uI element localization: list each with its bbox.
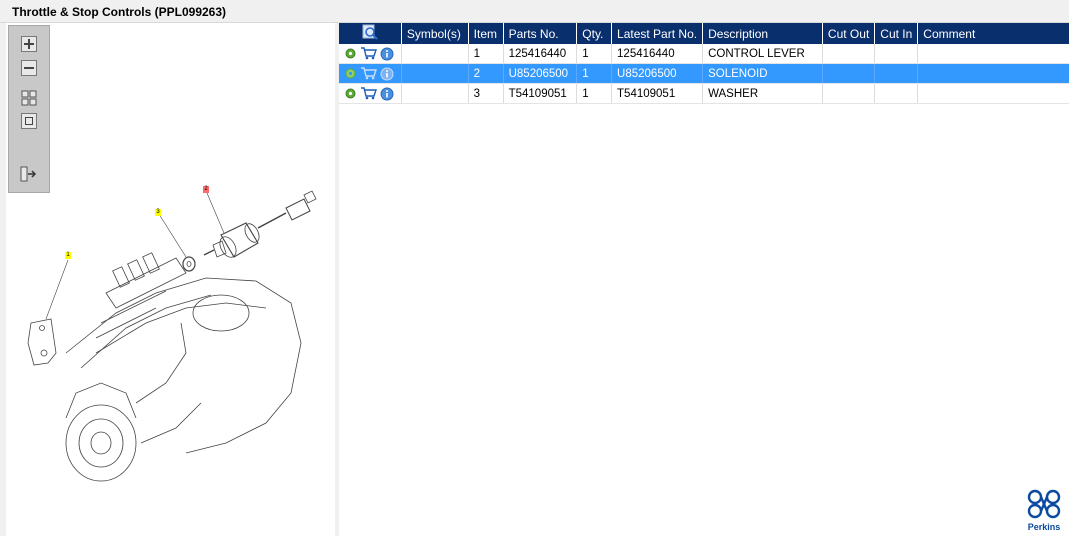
parts-list-pane: Symbol(s) Item Parts No. Qty. Latest Par…: [339, 23, 1069, 536]
cell-cut-out: [822, 44, 876, 64]
column-header-cut-out[interactable]: Cut Out: [822, 23, 876, 44]
cell-latest-part-no: U85206500: [611, 63, 704, 84]
cart-icon[interactable]: [360, 87, 377, 100]
column-header-comment[interactable]: Comment: [917, 23, 1069, 44]
cart-icon[interactable]: [360, 47, 377, 60]
gear-icon[interactable]: [344, 67, 357, 80]
cell-parts-no: T54109051: [503, 83, 578, 104]
search-parts-icon[interactable]: [362, 24, 378, 40]
cell-cut-in: [874, 44, 919, 64]
cell-item: 3: [468, 83, 504, 104]
table-row[interactable]: 1 125416440 1 125416440 CONTROL LEVER: [339, 44, 1069, 64]
cell-qty: 1: [576, 83, 613, 104]
cell-latest-part-no: 125416440: [611, 44, 704, 64]
column-header-parts-no[interactable]: Parts No.: [503, 23, 578, 44]
info-icon[interactable]: [380, 67, 394, 81]
brand-name: Perkins: [1027, 522, 1061, 532]
cell-cut-out: [822, 83, 876, 104]
column-header-qty[interactable]: Qty.: [576, 23, 613, 44]
cell-cut-in: [874, 83, 919, 104]
table-row[interactable]: 3 T54109051 1 T54109051 WASHER: [339, 83, 1069, 104]
column-header-actions[interactable]: [339, 23, 402, 44]
cell-cut-in: [874, 63, 919, 84]
cell-cut-out: [822, 63, 876, 84]
column-header-cut-in[interactable]: Cut In: [874, 23, 919, 44]
cell-parts-no: U85206500: [503, 63, 578, 84]
table-header-row: Symbol(s) Item Parts No. Qty. Latest Par…: [339, 23, 1069, 44]
exploded-parts-diagram: [27, 190, 317, 482]
column-header-symbols[interactable]: Symbol(s): [401, 23, 469, 44]
column-header-latest-part-no[interactable]: Latest Part No.: [611, 23, 704, 44]
parts-table: Symbol(s) Item Parts No. Qty. Latest Par…: [339, 23, 1069, 104]
cart-icon[interactable]: [360, 67, 377, 80]
callout-2[interactable]: 2: [203, 186, 209, 193]
cell-comment: [917, 44, 1069, 64]
perkins-logo-icon: [1027, 489, 1061, 519]
cell-item: 1: [468, 44, 504, 64]
cell-description: SOLENOID: [702, 63, 823, 84]
callout-3[interactable]: 3: [155, 209, 161, 216]
cell-parts-no: 125416440: [503, 44, 578, 64]
info-icon[interactable]: [380, 87, 394, 101]
column-header-description[interactable]: Description: [702, 23, 823, 44]
cell-latest-part-no: T54109051: [611, 83, 704, 104]
table-row-selected[interactable]: 2 U85206500 1 U85206500 SOLENOID: [339, 63, 1069, 84]
info-icon[interactable]: [380, 47, 394, 61]
cell-qty: 1: [576, 44, 613, 64]
cell-item: 2: [468, 63, 504, 84]
column-header-item[interactable]: Item: [468, 23, 504, 44]
cell-comment: [917, 63, 1069, 84]
callout-1[interactable]: 1: [65, 252, 71, 259]
gear-icon[interactable]: [344, 87, 357, 100]
cell-qty: 1: [576, 63, 613, 84]
page-title: Throttle & Stop Controls (PPL099263): [12, 5, 227, 19]
gear-icon[interactable]: [344, 47, 357, 60]
cell-description: WASHER: [702, 83, 823, 104]
diagram-pane[interactable]: 1 3 2: [6, 23, 335, 536]
cell-description: CONTROL LEVER: [702, 44, 823, 64]
perkins-logo: Perkins: [1024, 489, 1064, 532]
window-title-bar: Throttle & Stop Controls (PPL099263): [0, 0, 1069, 23]
cell-comment: [917, 83, 1069, 104]
